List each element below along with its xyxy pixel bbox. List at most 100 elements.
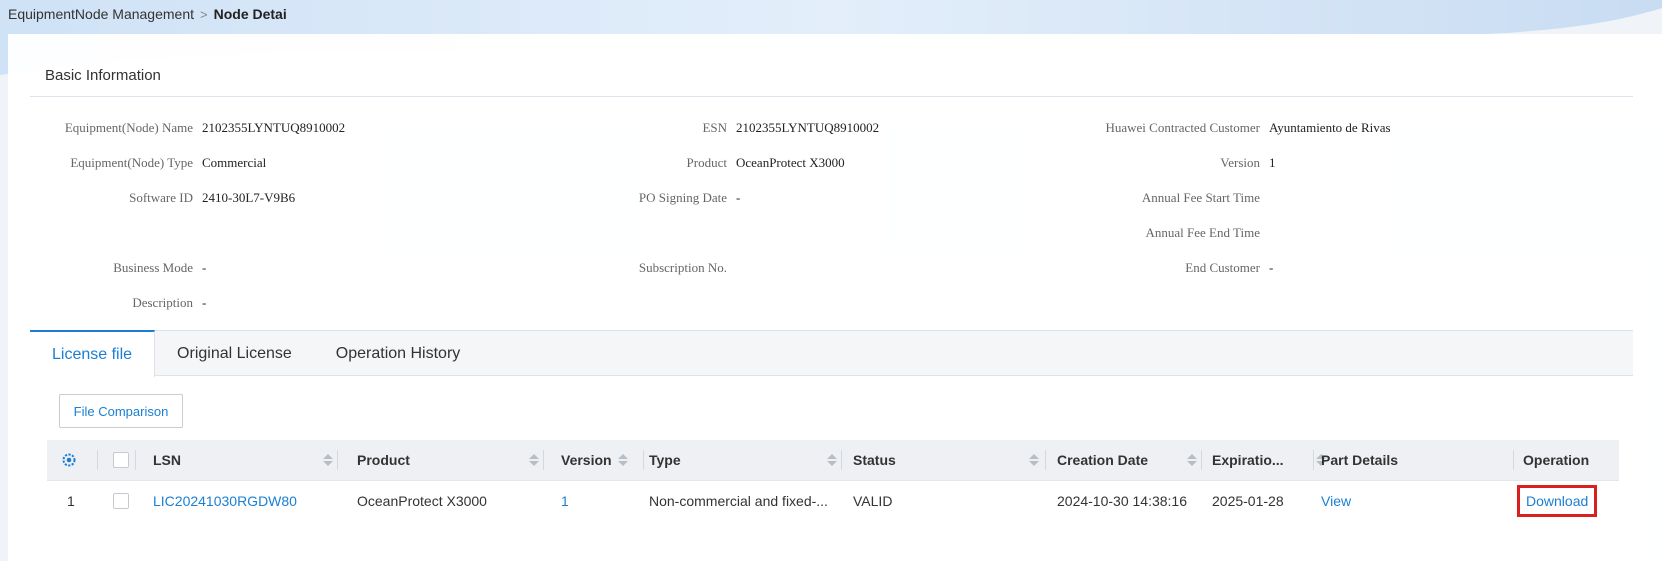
field-value: -: [1269, 260, 1274, 275]
header-expiration[interactable]: Expiratio...: [1212, 440, 1326, 480]
row-status: VALID: [853, 493, 893, 509]
field-label: PO Signing Date: [638, 190, 727, 205]
view-link[interactable]: View: [1321, 493, 1351, 509]
header-label: Version: [561, 452, 612, 468]
version-link-text[interactable]: 1: [561, 493, 569, 509]
row-type: Non-commercial and fixed-...: [649, 493, 828, 509]
header-label: LSN: [153, 452, 181, 468]
select-all-checkbox[interactable]: [113, 440, 131, 480]
header-label: Type: [649, 452, 681, 468]
row-version-link[interactable]: 1: [561, 481, 641, 521]
column-divider: [97, 450, 98, 470]
field-value: -: [202, 295, 207, 310]
column-divider: [1513, 450, 1514, 470]
field-software-id: Software ID 2410-30L7-V9B6: [30, 189, 295, 207]
column-divider: [543, 450, 544, 470]
header-label: Product: [357, 452, 410, 468]
field-subscription-no: Subscription No.: [560, 259, 736, 277]
column-divider: [1313, 450, 1314, 470]
column-divider: [337, 450, 338, 470]
sort-icon[interactable]: [617, 454, 628, 466]
tab-license-file[interactable]: License file: [30, 330, 156, 377]
sort-icon[interactable]: [529, 454, 539, 466]
table-row: 1 LIC20241030RGDW80 OceanProtect X3000 1…: [47, 480, 1619, 520]
field-po-signing-date: PO Signing Date -: [560, 189, 740, 207]
sort-icon[interactable]: [1187, 454, 1197, 466]
row-lsn-link[interactable]: LIC20241030RGDW80: [153, 481, 333, 521]
field-end-customer: End Customer -: [1070, 259, 1273, 277]
column-settings-icon[interactable]: [62, 440, 82, 480]
field-label: Product: [686, 155, 727, 170]
file-comparison-button[interactable]: File Comparison: [59, 394, 183, 428]
field-value: Ayuntamiento de Rivas: [1269, 120, 1391, 135]
header-lsn[interactable]: LSN: [153, 440, 333, 480]
checkbox-box[interactable]: [113, 452, 129, 468]
breadcrumb-current: Node Detai: [213, 6, 287, 22]
breadcrumb: EquipmentNode Management > Node Detai: [8, 4, 287, 24]
field-label: Annual Fee Start Time: [1141, 190, 1260, 205]
field-version: Version 1: [1070, 154, 1276, 172]
license-table: LSN Product Version Type Status Creation…: [47, 440, 1619, 520]
header-creation-date[interactable]: Creation Date: [1057, 440, 1197, 480]
header-product[interactable]: Product: [357, 440, 539, 480]
row-index: 1: [67, 493, 75, 509]
row-checkbox[interactable]: [113, 481, 131, 521]
row-product: OceanProtect X3000: [357, 493, 487, 509]
field-description: Description -: [30, 294, 206, 312]
header-status[interactable]: Status: [853, 440, 1039, 480]
header-version[interactable]: Version: [561, 440, 641, 480]
field-value: 1: [1269, 155, 1276, 170]
field-label: Equipment(Node) Type: [70, 155, 193, 170]
sort-icon[interactable]: [323, 454, 333, 466]
field-label: Business Mode: [113, 260, 193, 275]
field-value: 2410-30L7-V9B6: [202, 190, 296, 205]
column-divider: [135, 450, 136, 470]
sort-icon[interactable]: [1029, 454, 1039, 466]
field-value: -: [736, 190, 741, 205]
header-label: Creation Date: [1057, 452, 1149, 468]
field-equipment-name: Equipment(Node) Name 2102355LYNTUQ891000…: [30, 119, 345, 137]
header-type[interactable]: Type: [649, 440, 837, 480]
checkbox-box[interactable]: [113, 493, 129, 509]
row-part-details[interactable]: View: [1321, 481, 1511, 521]
header-label: Status: [853, 452, 896, 468]
field-label: Huawei Contracted Customer: [1105, 120, 1260, 135]
breadcrumb-parent-link[interactable]: EquipmentNode Management: [8, 6, 194, 22]
sort-icon[interactable]: [827, 454, 837, 466]
field-esn: ESN 2102355LYNTUQ8910002: [560, 119, 879, 137]
field-value: OceanProtect X3000: [736, 155, 845, 170]
tab-operation-history[interactable]: Operation History: [314, 331, 483, 377]
field-equipment-type: Equipment(Node) Type Commercial: [30, 154, 266, 172]
column-divider: [841, 450, 842, 470]
field-label: Version: [1220, 155, 1260, 170]
field-value: -: [202, 260, 207, 275]
download-link[interactable]: Download: [1517, 485, 1598, 517]
row-expiration: 2025-01-28: [1212, 493, 1284, 509]
field-value: Commercial: [202, 155, 267, 170]
field-annual-fee-start: Annual Fee Start Time: [1070, 189, 1269, 207]
column-divider: [643, 450, 644, 470]
field-label: Description: [132, 295, 193, 310]
field-product: Product OceanProtect X3000: [560, 154, 845, 172]
section-divider: [30, 96, 1633, 97]
field-annual-fee-end: Annual Fee End Time: [1070, 224, 1269, 242]
field-label: End Customer: [1185, 260, 1260, 275]
field-label: Subscription No.: [638, 260, 727, 275]
row-creation-date: 2024-10-30 14:38:16: [1057, 493, 1187, 509]
basic-info-title: Basic Information: [45, 67, 161, 84]
tab-bar: License file Original License Operation …: [30, 330, 1633, 377]
header-label: Expiratio...: [1212, 452, 1284, 468]
row-operation[interactable]: Download: [1517, 481, 1617, 521]
chevron-right-icon: >: [200, 6, 208, 22]
header-part-details: Part Details: [1321, 440, 1511, 480]
lsn-link-text[interactable]: LIC20241030RGDW80: [153, 493, 297, 509]
field-contracted-customer: Huawei Contracted Customer Ayuntamiento …: [1070, 119, 1391, 137]
table-header-row: LSN Product Version Type Status Creation…: [47, 440, 1619, 480]
column-divider: [1045, 450, 1046, 470]
field-label: Equipment(Node) Name: [64, 120, 193, 135]
field-label: ESN: [702, 120, 727, 135]
field-label: Annual Fee End Time: [1145, 225, 1260, 240]
tab-original-license[interactable]: Original License: [155, 331, 314, 377]
field-value: 2102355LYNTUQ8910002: [736, 120, 880, 135]
column-divider: [1201, 450, 1202, 470]
